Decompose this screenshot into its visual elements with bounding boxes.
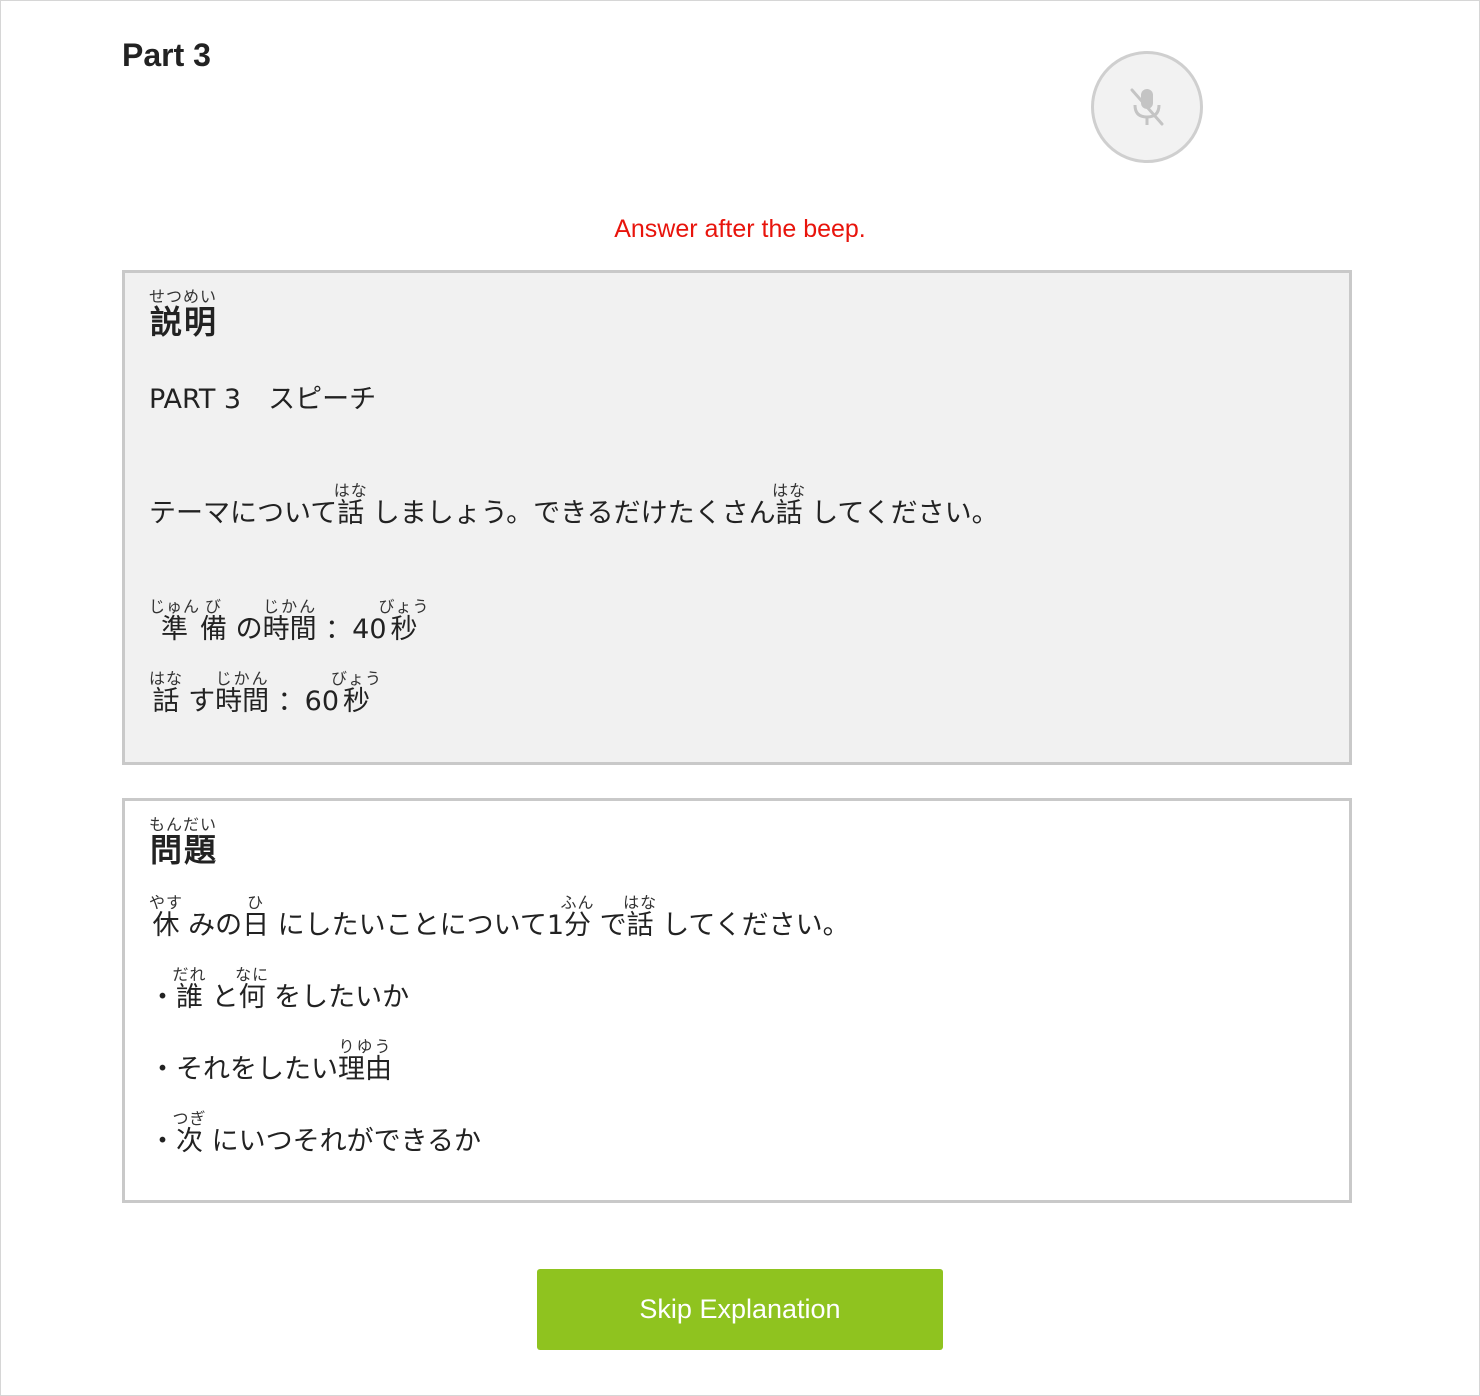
speak-time-text: 話はな す時間じかん ：60秒びょう xyxy=(149,669,383,717)
furigana-word: 備び xyxy=(200,597,227,645)
furigana-reading: りゆう xyxy=(338,1037,392,1056)
furigana-reading: じかん xyxy=(215,669,270,688)
furigana-reading: もんだい xyxy=(149,815,218,834)
furigana-reading: はな xyxy=(623,893,658,912)
furigana-word: 日ひ xyxy=(242,893,270,941)
furigana-reading: じかん xyxy=(262,597,317,616)
furigana-word: 準じゅん xyxy=(149,597,201,645)
furigana-reading: びょう xyxy=(331,669,383,688)
beep-notice: Answer after the beep. xyxy=(614,215,866,243)
furigana-word: 話はな xyxy=(149,669,184,717)
furigana-word: 分ふん xyxy=(560,893,595,941)
furigana-reading: つぎ xyxy=(172,1109,207,1128)
furigana-word: 何なに xyxy=(235,965,270,1013)
part-label: PART 3 スピーチ xyxy=(149,384,377,415)
furigana-word: 説明せつめい xyxy=(149,287,218,341)
question-bullet-reason: ・それをしたい理由りゆう xyxy=(149,1037,392,1085)
furigana-reading: はな xyxy=(772,481,807,500)
furigana-word: 話はな xyxy=(772,481,807,529)
furigana-word: 誰だれ xyxy=(172,965,207,1013)
furigana-reading: だれ xyxy=(172,965,207,984)
furigana-reading: び xyxy=(200,597,227,616)
furigana-word: 秒びょう xyxy=(378,597,430,645)
furigana-word: 時間じかん xyxy=(262,597,317,645)
furigana-word: 問題もんだい xyxy=(149,815,218,869)
furigana-reading: やす xyxy=(149,893,184,912)
furigana-reading: びょう xyxy=(378,597,430,616)
explanation-panel: 説明せつめい PART 3 スピーチ テーマについて話はな しましょう。できるだ… xyxy=(122,270,1352,765)
question-bullet-who-what: ・誰だれ と何なに をしたいか xyxy=(149,965,410,1013)
furigana-word: 話はな xyxy=(333,481,368,529)
furigana-word: 時間じかん xyxy=(215,669,270,717)
skip-explanation-button[interactable]: Skip Explanation xyxy=(537,1269,943,1350)
page-frame: Part 3 Answer after the beep. 説明せつめい PAR… xyxy=(0,0,1480,1396)
furigana-reading: はな xyxy=(149,669,184,688)
furigana-reading: ひ xyxy=(242,893,270,912)
furigana-reading: じゅん xyxy=(149,597,201,616)
prep-time-text: 準じゅん備び の時間じかん ：40秒びょう xyxy=(149,597,430,645)
question-panel: 問題もんだい 休やす みの日ひ にしたいことについて1分ふん で話はな してくだ… xyxy=(122,798,1352,1203)
mic-off-icon xyxy=(1130,88,1164,126)
furigana-word: 秒びょう xyxy=(331,669,383,717)
question-prompt: 休やす みの日ひ にしたいことについて1分ふん で話はな してください。 xyxy=(149,893,850,941)
mic-toggle-button[interactable] xyxy=(1091,51,1203,163)
explanation-heading: 説明せつめい xyxy=(149,287,217,340)
furigana-reading: はな xyxy=(333,481,368,500)
furigana-word: 理由りゆう xyxy=(338,1037,392,1085)
furigana-reading: なに xyxy=(235,965,270,984)
question-heading: 問題もんだい xyxy=(149,815,217,868)
furigana-reading: ふん xyxy=(560,893,595,912)
furigana-word: 次つぎ xyxy=(172,1109,207,1157)
furigana-reading: せつめい xyxy=(149,287,218,306)
furigana-word: 話はな xyxy=(623,893,658,941)
page-title: Part 3 xyxy=(122,37,211,73)
instruction-text: テーマについて話はな しましょう。できるだけたくさん話はな してください。 xyxy=(149,481,999,529)
furigana-word: 休やす xyxy=(149,893,184,941)
question-bullet-when: ・次つぎ にいつそれができるか xyxy=(149,1109,482,1157)
